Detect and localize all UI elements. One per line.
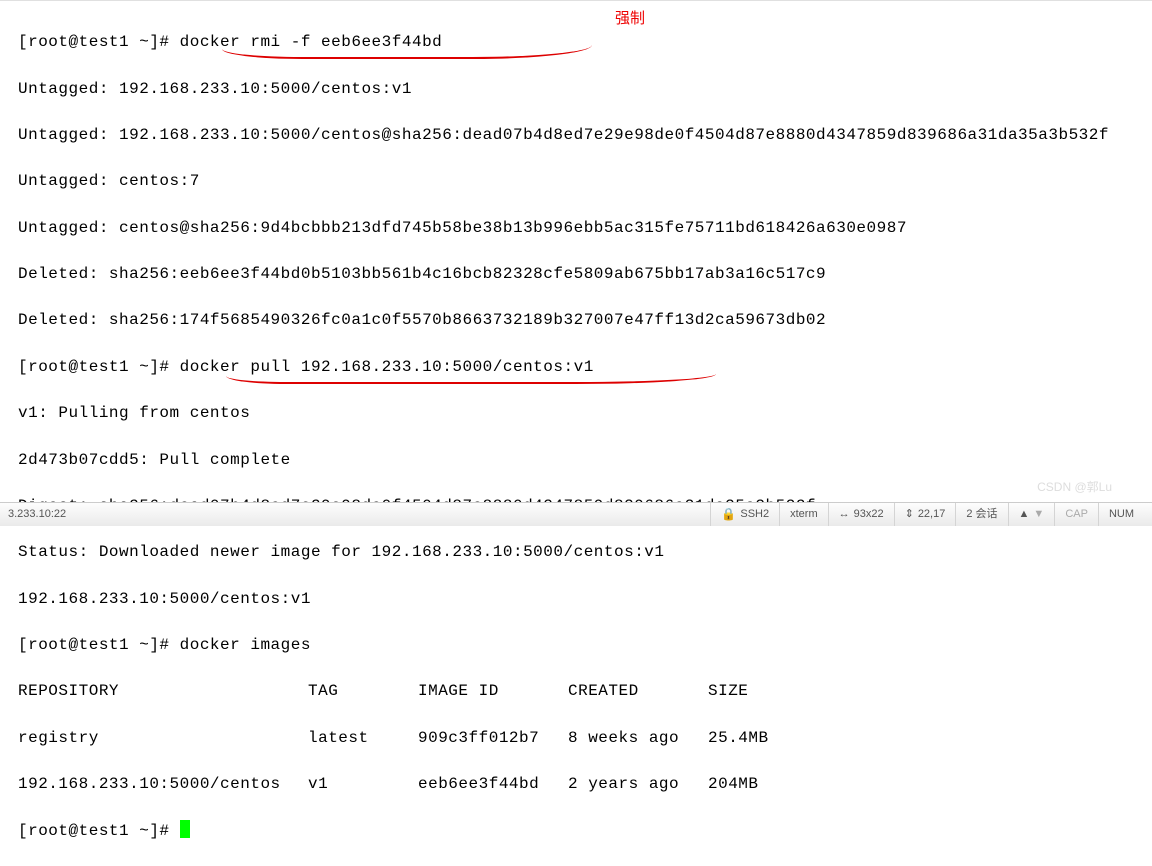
output-line: Deleted: sha256:eeb6ee3f44bd0b5103bb561b… — [18, 263, 1142, 286]
command-rmi: docker rmi -f eeb6ee3f44bd — [180, 33, 443, 51]
prompt: [root@test1 ~]# — [18, 636, 180, 654]
resize-icon: ↔ — [839, 507, 850, 523]
table-header: REPOSITORYTAGIMAGE IDCREATEDSIZE — [18, 680, 1142, 703]
terminal-output[interactable]: [root@test1 ~]# docker rmi -f eeb6ee3f44… — [0, 2, 1152, 866]
command-images: docker images — [180, 636, 311, 654]
cell-created: 8 weeks ago — [568, 727, 708, 750]
lock-icon: 🔒 — [721, 506, 736, 523]
output-line: 2d473b07cdd5: Pull complete — [18, 449, 1142, 472]
status-num: NUM — [1098, 503, 1144, 526]
col-tag: TAG — [308, 680, 418, 703]
col-created: CREATED — [568, 680, 708, 703]
output-line: Untagged: centos@sha256:9d4bcbbb213dfd74… — [18, 217, 1142, 240]
cell-imageid: eeb6ee3f44bd — [418, 773, 568, 796]
status-bar: 3.233.10:22 🔒SSH2 xterm ↔ 93x22 ⇕ 22,17 … — [0, 502, 1152, 526]
col-size: SIZE — [708, 680, 748, 703]
status-pos: ⇕ 22,17 — [894, 503, 956, 526]
output-line: Status: Downloaded newer image for 192.1… — [18, 541, 1142, 564]
table-row: 192.168.233.10:5000/centosv1eeb6ee3f44bd… — [18, 773, 1142, 796]
cell-imageid: 909c3ff012b7 — [418, 727, 568, 750]
table-row: registrylatest909c3ff012b78 weeks ago25.… — [18, 727, 1142, 750]
cell-tag: v1 — [308, 773, 418, 796]
status-cap: CAP — [1054, 503, 1098, 526]
output-line: 192.168.233.10:5000/centos:v1 — [18, 588, 1142, 611]
cell-created: 2 years ago — [568, 773, 708, 796]
position-icon: ⇕ — [905, 507, 914, 523]
prompt: [root@test1 ~]# — [18, 33, 180, 51]
cell-size: 204MB — [708, 773, 759, 796]
status-ssh: 🔒SSH2 — [710, 503, 779, 526]
watermark: CSDN @郭Lu — [1037, 479, 1112, 496]
prompt: [root@test1 ~]# — [18, 358, 180, 376]
col-imageid: IMAGE ID — [418, 680, 568, 703]
cursor — [180, 820, 190, 838]
output-line: Untagged: centos:7 — [18, 170, 1142, 193]
status-term: xterm — [779, 503, 828, 526]
status-indicators: ▲ ▼ — [1008, 503, 1055, 526]
col-repository: REPOSITORY — [18, 680, 308, 703]
cell-repo: 192.168.233.10:5000/centos — [18, 773, 308, 796]
up-icon: ▲ — [1019, 507, 1030, 523]
status-host: 3.233.10:22 — [8, 507, 66, 523]
down-icon: ▼ — [1033, 507, 1044, 523]
status-sessions: 2 会话 — [955, 503, 1007, 526]
output-line: v1: Pulling from centos — [18, 402, 1142, 425]
cell-repo: registry — [18, 727, 308, 750]
output-line: Untagged: 192.168.233.10:5000/centos@sha… — [18, 124, 1142, 147]
cell-tag: latest — [308, 727, 418, 750]
output-line: Deleted: sha256:174f5685490326fc0a1c0f55… — [18, 309, 1142, 332]
prompt: [root@test1 ~]# — [18, 822, 180, 840]
annotation-force: 强制 — [615, 8, 645, 30]
output-line: Untagged: 192.168.233.10:5000/centos:v1 — [18, 78, 1142, 101]
command-pull: docker pull 192.168.233.10:5000/centos:v… — [180, 358, 594, 376]
status-size: ↔ 93x22 — [828, 503, 894, 526]
cell-size: 25.4MB — [708, 727, 769, 750]
